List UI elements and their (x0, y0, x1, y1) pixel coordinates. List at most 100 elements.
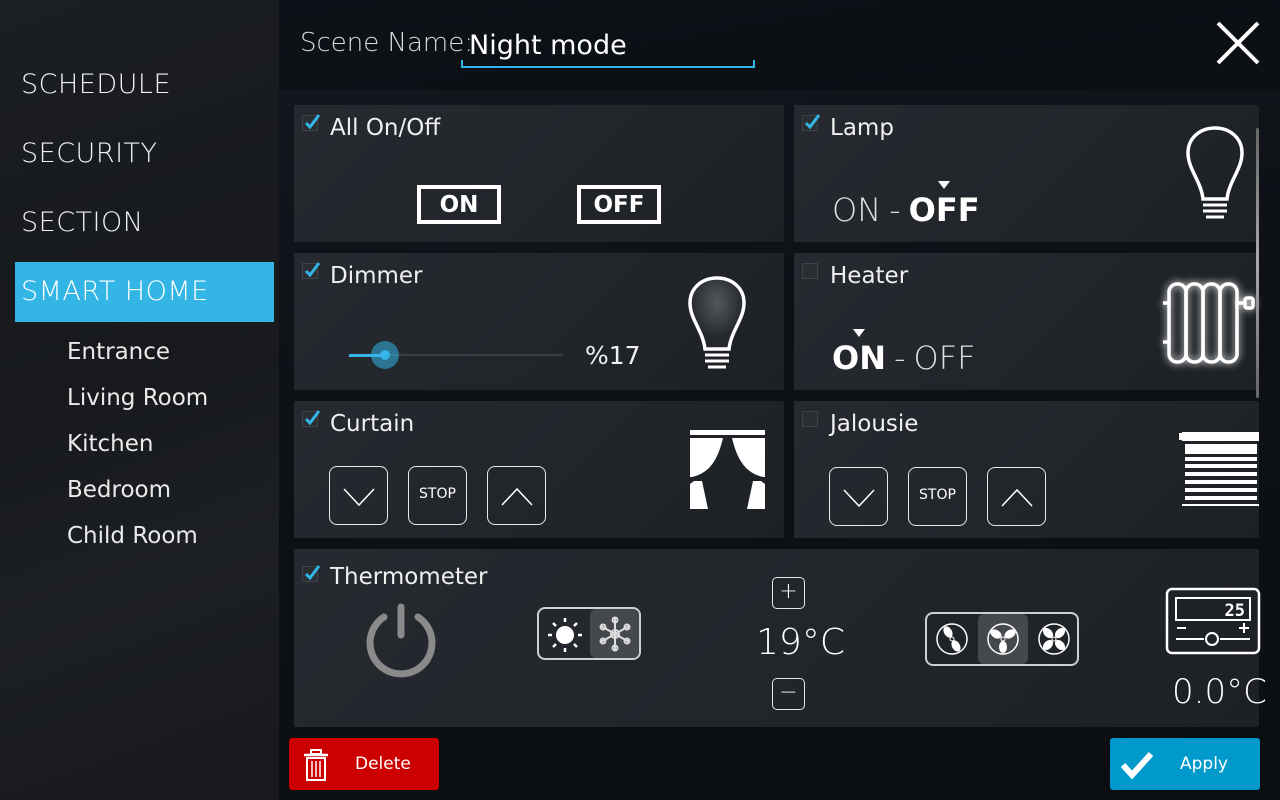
card-title: Lamp (830, 115, 894, 141)
fan-low-option[interactable] (927, 614, 977, 664)
all-checkbox[interactable] (302, 114, 321, 131)
room-entrance[interactable]: Entrance (67, 339, 170, 365)
setpoint-value: 19 (756, 622, 802, 663)
separator: - (889, 191, 901, 229)
scene-name-input[interactable] (461, 24, 755, 68)
radiator-icon (1163, 282, 1255, 364)
room-living-room[interactable]: Living Room (67, 385, 208, 411)
lamp-checkbox[interactable] (802, 114, 821, 131)
chevron-up-icon (1001, 488, 1033, 507)
heater-off-option[interactable]: OFF (914, 339, 976, 377)
current-temp-value: 0.0 (1172, 672, 1227, 712)
scene-editor: Scene Name: All On/Off ON OFF Lamp ON-OF… (279, 0, 1280, 800)
card-heater: Heater ON - OFF (794, 253, 1259, 390)
card-lamp: Lamp ON - OFF (794, 105, 1259, 242)
sun-icon (548, 618, 582, 652)
chevron-down-icon (843, 489, 875, 508)
snowflake-icon (599, 616, 631, 652)
card-all-on-off: All On/Off ON OFF (294, 105, 784, 242)
thermostat-icon: 25 (1165, 587, 1261, 655)
card-title: All On/Off (330, 115, 441, 141)
room-bedroom[interactable]: Bedroom (67, 477, 171, 503)
room-kitchen[interactable]: Kitchen (67, 431, 153, 457)
setpoint-temperature: 19°C (756, 622, 845, 663)
nav-security[interactable]: SECURITY (15, 124, 274, 184)
scrollbar[interactable] (1256, 128, 1259, 398)
thermostat-display: 25 (1225, 601, 1245, 621)
dimmer-slider[interactable] (349, 341, 563, 369)
stop-label: STOP (919, 487, 956, 503)
card-title: Thermometer (330, 564, 488, 590)
sidebar: SCHEDULE SECURITY SECTION SMART HOME Ent… (0, 0, 279, 800)
card-dimmer: Dimmer %17 (294, 253, 784, 390)
lightbulb-icon (1186, 126, 1244, 219)
lightbulb-glow-icon (688, 276, 746, 369)
dimmer-checkbox[interactable] (302, 262, 321, 279)
nav-schedule[interactable]: SCHEDULE (15, 55, 274, 115)
lamp-off-option[interactable]: OFF (908, 181, 980, 229)
header: Scene Name: (279, 0, 1280, 90)
delete-button[interactable]: Delete (289, 738, 439, 790)
selected-marker-icon (852, 329, 865, 337)
off-label: OFF (908, 191, 980, 229)
check-icon (304, 410, 321, 426)
jalousie-down-button[interactable] (829, 467, 888, 526)
trash-icon (304, 749, 328, 781)
card-title: Heater (830, 263, 909, 289)
check-icon (304, 114, 321, 130)
card-title: Dimmer (330, 263, 423, 289)
fan-medium-option[interactable] (978, 614, 1028, 664)
temp-decrease-button[interactable]: − (772, 678, 805, 710)
on-label: ON (832, 339, 886, 377)
delete-label: Delete (355, 754, 411, 774)
fan-speed-selector (925, 612, 1079, 666)
jalousie-stop-button[interactable]: STOP (908, 467, 967, 526)
all-on-button[interactable]: ON (417, 185, 501, 224)
dimmer-slider-thumb[interactable] (371, 341, 399, 369)
setpoint-unit: °C (801, 622, 845, 663)
jalousie-up-button[interactable] (987, 467, 1046, 526)
card-title: Curtain (330, 411, 415, 437)
curtain-down-button[interactable] (329, 466, 388, 525)
heater-checkbox[interactable] (802, 263, 818, 279)
curtain-up-button[interactable] (487, 466, 546, 525)
stop-label: STOP (419, 486, 456, 502)
current-temp-unit: °C (1226, 672, 1267, 712)
current-temperature: 0.0°C (1172, 672, 1267, 712)
dimmer-value: %17 (585, 341, 641, 370)
card-title: Jalousie (830, 411, 919, 437)
fan-high-icon (1038, 623, 1070, 655)
mode-heat-option[interactable] (539, 609, 589, 658)
nav-section[interactable]: SECTION (15, 193, 274, 253)
apply-button[interactable]: Apply (1110, 738, 1260, 790)
check-icon (304, 565, 321, 581)
jalousie-checkbox[interactable] (802, 411, 818, 427)
mode-selector (537, 607, 641, 660)
room-child-room[interactable]: Child Room (67, 523, 198, 549)
heater-on-option[interactable]: ON (832, 329, 886, 377)
card-curtain: Curtain STOP (294, 401, 784, 538)
fan-high-option[interactable] (1029, 614, 1077, 664)
check-icon (304, 262, 321, 278)
apply-label: Apply (1180, 754, 1228, 774)
power-button[interactable] (362, 601, 440, 679)
all-off-button[interactable]: OFF (577, 185, 661, 224)
check-icon (804, 114, 821, 130)
selected-marker-icon (938, 181, 951, 189)
temp-increase-button[interactable]: + (772, 577, 805, 609)
mode-cool-option[interactable] (590, 609, 639, 658)
curtain-checkbox[interactable] (302, 410, 321, 427)
fan-medium-icon (987, 623, 1019, 655)
nav-smart-home[interactable]: SMART HOME (15, 262, 274, 322)
lamp-on-option[interactable]: ON (832, 191, 881, 229)
curtain-stop-button[interactable]: STOP (408, 466, 467, 525)
close-button[interactable] (1215, 20, 1261, 66)
blinds-icon (1179, 432, 1259, 506)
scene-name-label: Scene Name: (300, 28, 473, 58)
heater-toggle: ON - OFF (832, 329, 976, 377)
lamp-toggle: ON - OFF (832, 181, 980, 229)
fan-low-icon (936, 623, 968, 655)
checkmark-icon (1120, 751, 1154, 779)
close-icon (1216, 21, 1260, 65)
thermometer-checkbox[interactable] (302, 565, 321, 582)
